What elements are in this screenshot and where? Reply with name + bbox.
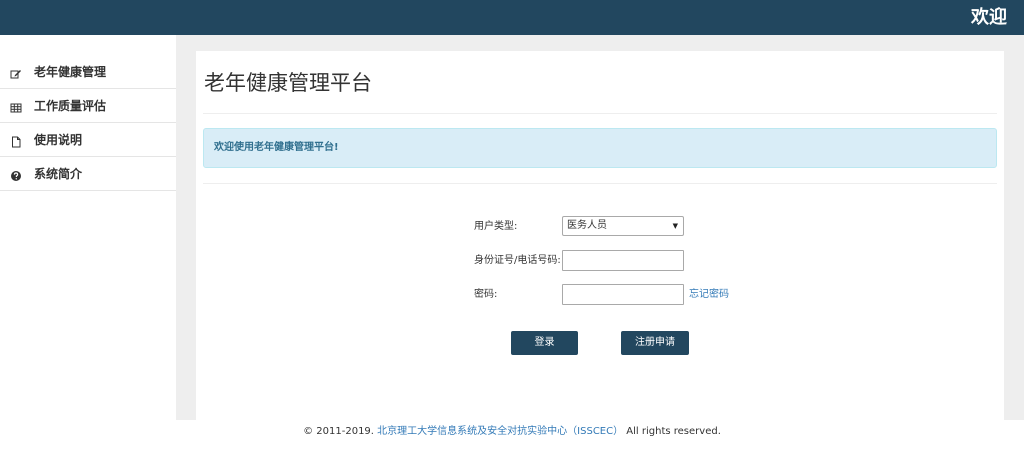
sidebar-item-health-management[interactable]: 老年健康管理 [0, 55, 176, 89]
edit-icon [10, 65, 22, 79]
page-title: 老年健康管理平台 [204, 71, 372, 95]
sidebar: 老年健康管理 工作质量评估 使用说明 系统简介 [0, 35, 176, 420]
sidebar-item-system-intro[interactable]: 系统简介 [0, 157, 176, 191]
sidebar-item-label: 工作质量评估 [34, 99, 107, 113]
password-input[interactable] [562, 284, 684, 305]
header-title: 欢迎 [971, 7, 1007, 28]
table-icon [10, 99, 22, 113]
id-input[interactable] [562, 250, 684, 271]
caret-down-icon: ▼ [672, 222, 678, 230]
sidebar-item-quality-assessment[interactable]: 工作质量评估 [0, 89, 176, 123]
divider [203, 183, 997, 184]
register-button[interactable]: 注册申请 [621, 331, 689, 355]
footer-rights: All rights reserved. [626, 426, 721, 437]
login-button[interactable]: 登录 [511, 331, 578, 355]
file-icon [10, 133, 22, 148]
user-type-label: 用户类型: [474, 221, 518, 232]
footer-copyright: © 2011-2019. [303, 426, 374, 437]
divider [203, 113, 997, 114]
top-header-bar: 欢迎 [0, 0, 1024, 35]
id-label: 身份证号/电话号码: [474, 255, 561, 266]
question-circle-icon [10, 167, 22, 181]
forgot-password-link[interactable]: 忘记密码 [689, 288, 729, 302]
sidebar-item-label: 使用说明 [34, 133, 83, 147]
sidebar-item-label: 系统简介 [34, 167, 83, 181]
password-label: 密码: [474, 289, 498, 300]
alert-text: 欢迎使用老年健康管理平台! [214, 142, 339, 153]
user-type-select[interactable]: 医务人员 ▼ [562, 216, 684, 236]
sidebar-item-label: 老年健康管理 [34, 65, 107, 79]
user-type-selected-value: 医务人员 [567, 220, 607, 231]
footer: © 2011-2019. 北京理工大学信息系统及安全对抗实验中心（ISSCEC）… [0, 424, 1024, 440]
sidebar-item-instructions[interactable]: 使用说明 [0, 123, 176, 157]
footer-org-link[interactable]: 北京理工大学信息系统及安全对抗实验中心（ISSCEC） [377, 426, 623, 437]
welcome-alert: 欢迎使用老年健康管理平台! [203, 128, 997, 168]
